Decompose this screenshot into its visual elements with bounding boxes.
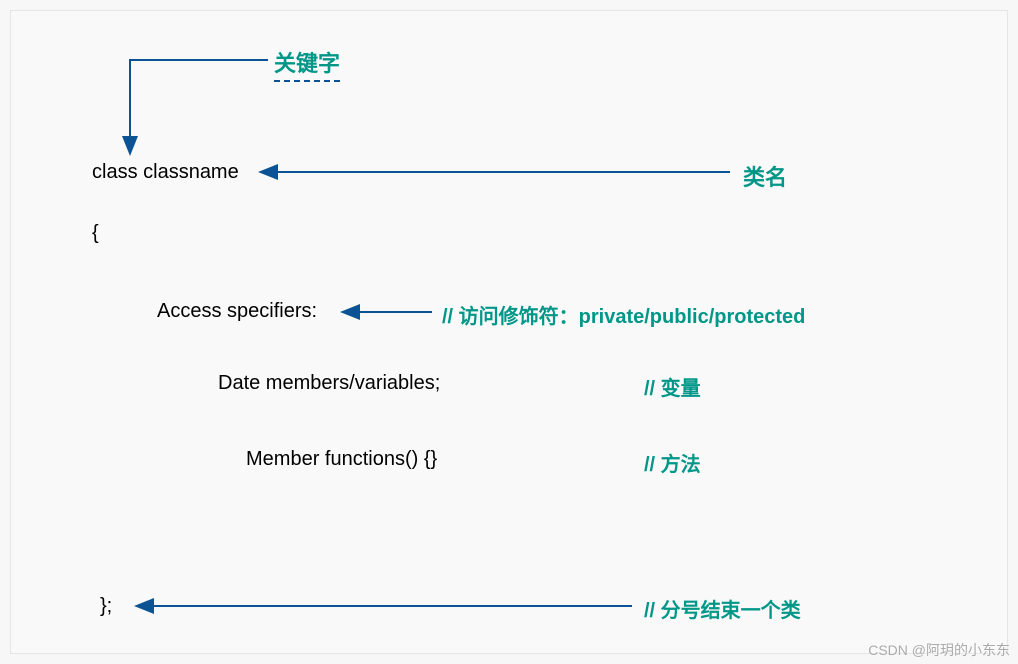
diagram-frame: [10, 10, 1008, 654]
comment-variables: // 变量: [644, 372, 701, 401]
code-access-specifiers: Access specifiers:: [157, 300, 317, 323]
comment-methods: // 方法: [644, 448, 701, 477]
code-member-functions: Member functions() {}: [246, 448, 437, 471]
label-keyword: 关键字: [274, 46, 340, 82]
code-class-decl: class classname: [92, 161, 239, 184]
comment-access: // 访问修饰符：private/public/protected: [442, 300, 805, 329]
code-data-members: Date members/variables;: [218, 372, 440, 395]
comment-semicolon: // 分号结束一个类: [644, 594, 801, 623]
label-classname: 类名: [743, 160, 787, 192]
code-close-brace: };: [100, 595, 112, 618]
code-open-brace: {: [92, 222, 99, 245]
watermark: CSDN @阿玥的小东东: [868, 640, 1010, 660]
